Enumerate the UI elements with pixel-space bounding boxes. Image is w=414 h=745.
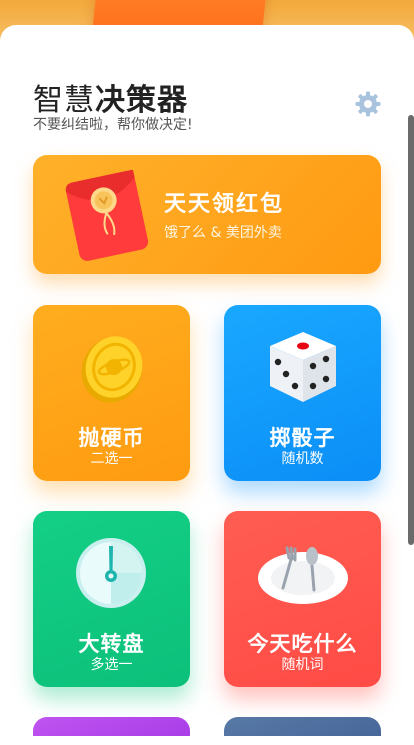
slate-card-partial[interactable] [224, 717, 381, 736]
banner-subtitle: 饿了么 & 美团外卖 [164, 225, 282, 241]
what-to-eat-subtitle: 随机词 [281, 657, 324, 673]
spin-wheel-icon [76, 538, 146, 608]
page-title: 智慧决策器 [33, 75, 188, 119]
dice-subtitle: 随机数 [281, 451, 324, 467]
gear-icon[interactable] [354, 90, 382, 118]
title-part-light: 智慧 [33, 83, 95, 118]
scrollbar[interactable] [408, 115, 414, 545]
purple-card-partial[interactable] [33, 717, 190, 736]
coin-icon [81, 336, 143, 403]
banner-title: 天天领红包 [164, 192, 285, 217]
spin-wheel-subtitle: 多选一 [90, 657, 133, 673]
red-envelope-icon [65, 170, 149, 261]
title-part-bold: 决策器 [95, 83, 188, 118]
plate-cutlery-icon [258, 546, 348, 604]
dice-icon [270, 332, 336, 402]
page-subtitle: 不要纠结啦，帮你做决定! [33, 117, 193, 133]
coin-flip-subtitle: 二选一 [90, 451, 133, 467]
